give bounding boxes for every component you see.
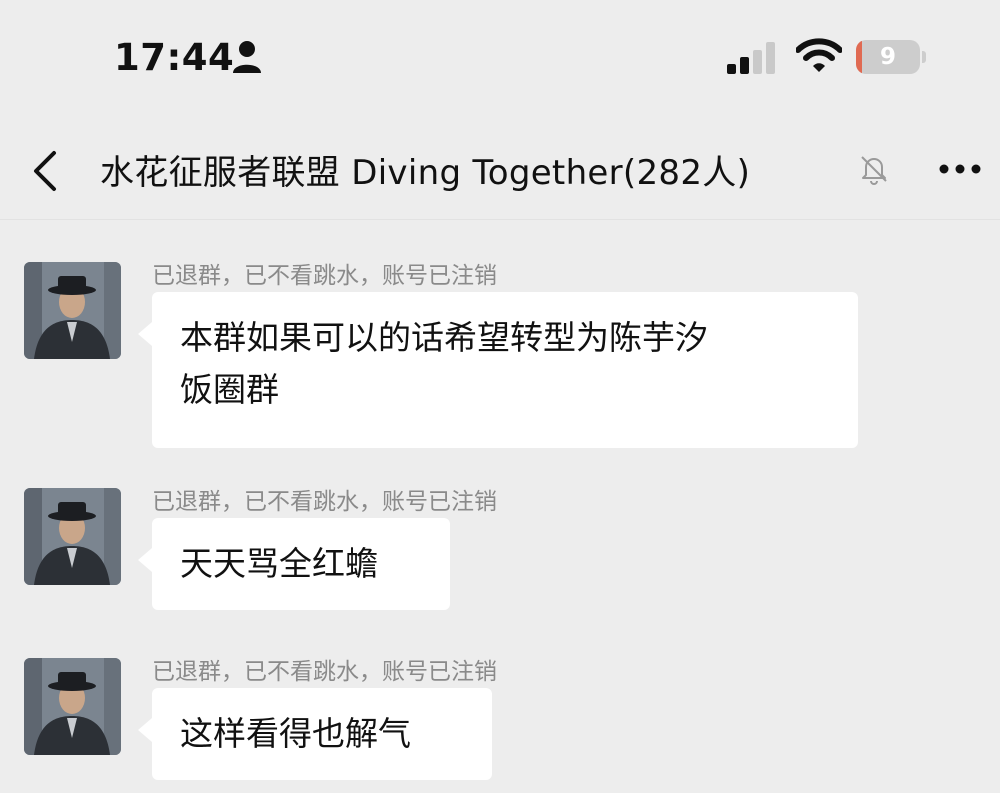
message-line: 饭圈群 xyxy=(180,370,279,409)
message-line: 这样看得也解气 xyxy=(180,714,411,753)
status-bar: 17:44 9 xyxy=(0,0,1000,115)
sender-name: 已退群，已不看跳水，账号已注销 xyxy=(152,263,497,289)
more-icon[interactable] xyxy=(938,163,982,175)
message-bubble[interactable]: 这样看得也解气 xyxy=(138,688,492,780)
person-icon xyxy=(233,41,261,73)
avatar[interactable] xyxy=(24,658,121,755)
message-bubble[interactable]: 本群如果可以的话希望转型为陈芋汐 饭圈群 xyxy=(138,292,858,448)
message-bubble[interactable]: 天天骂全红蟾 xyxy=(138,518,450,610)
battery-level: 9 xyxy=(879,44,896,70)
wifi-icon xyxy=(796,38,842,72)
signal-icon xyxy=(727,42,775,74)
chat-title[interactable]: 水花征服者联盟 Diving Together(282人) xyxy=(100,145,750,194)
sender-name: 已退群，已不看跳水，账号已注销 xyxy=(152,489,497,515)
message-line: 天天骂全红蟾 xyxy=(180,544,378,583)
battery-body: 9 xyxy=(856,40,920,74)
mute-icon xyxy=(861,156,887,185)
message-line: 本群如果可以的话希望转型为陈芋汐 xyxy=(180,318,708,357)
chat-header: 水花征服者联盟 Diving Together(282人) xyxy=(0,115,1000,220)
status-time: 17:44 xyxy=(114,36,235,79)
avatar[interactable] xyxy=(24,488,121,585)
battery-icon: 9 xyxy=(856,40,926,74)
sender-name: 已退群，已不看跳水，账号已注销 xyxy=(152,659,497,685)
battery-cap xyxy=(922,51,926,63)
back-icon[interactable] xyxy=(28,149,62,193)
avatar[interactable] xyxy=(24,262,121,359)
